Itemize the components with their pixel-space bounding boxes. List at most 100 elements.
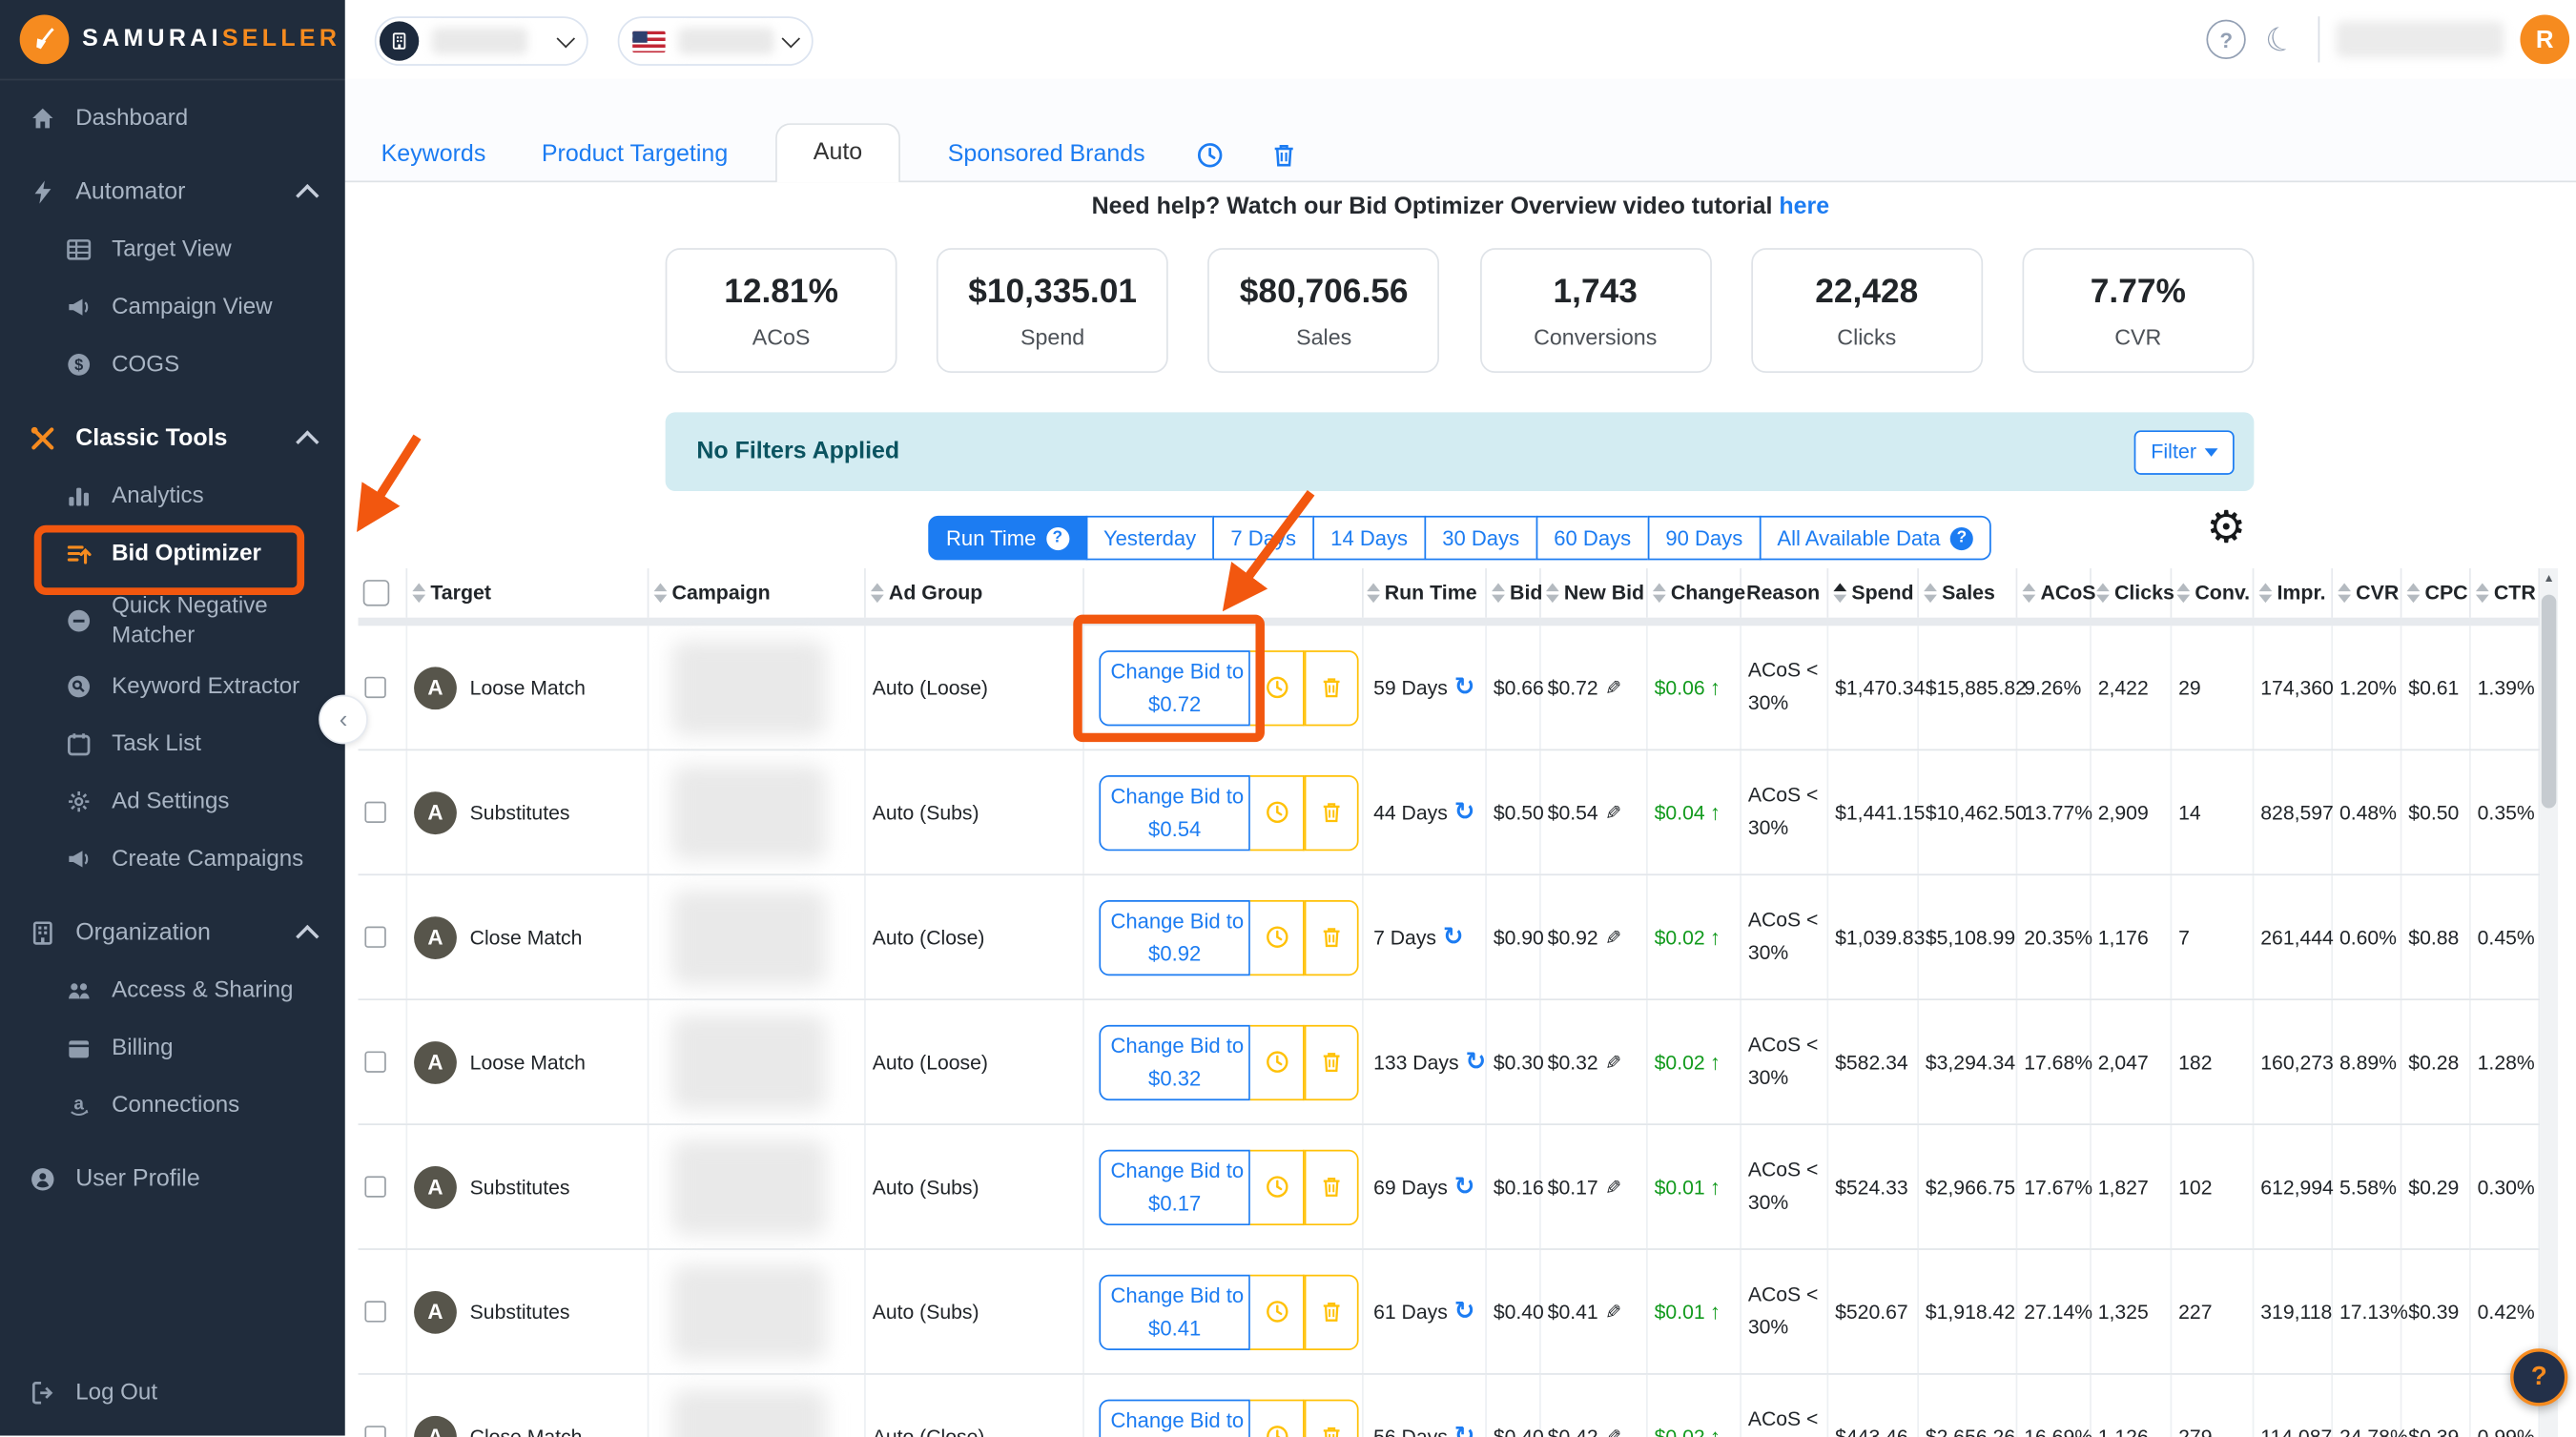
- tab-trash-icon[interactable]: [1270, 141, 1298, 182]
- scroll-up-icon[interactable]: ▲: [2544, 573, 2555, 585]
- column-header-campaign[interactable]: Campaign: [649, 568, 866, 618]
- refresh-icon[interactable]: ↻: [1454, 1175, 1475, 1200]
- sidebar-collapse-button[interactable]: ‹: [319, 694, 368, 745]
- table-scrollbar[interactable]: ▲: [2540, 568, 2559, 1437]
- sidebar-item-create-campaigns[interactable]: Create Campaigns: [0, 839, 345, 878]
- column-header-cvr[interactable]: CVR: [2333, 568, 2402, 618]
- change-bid-button[interactable]: Change Bid to$0.42: [1099, 1398, 1250, 1437]
- sort-icon[interactable]: [1833, 583, 1847, 604]
- sidebar-item-connections[interactable]: a Connections: [0, 1086, 345, 1125]
- column-header-reason[interactable]: Reason: [1741, 568, 1829, 618]
- column-header-ctr[interactable]: CTR: [2471, 568, 2541, 618]
- history-clock-button[interactable]: [1249, 1398, 1305, 1437]
- row-checkbox[interactable]: [364, 926, 386, 948]
- sidebar-item-log-out[interactable]: Log Out: [0, 1373, 371, 1412]
- change-bid-button[interactable]: Change Bid to $0.92: [1099, 899, 1250, 975]
- row-checkbox[interactable]: [364, 801, 386, 824]
- chevron-up-icon[interactable]: [296, 924, 319, 949]
- sort-icon[interactable]: [1924, 583, 1937, 604]
- edit-pencil-icon[interactable]: ✎: [1605, 1051, 1621, 1074]
- row-checkbox[interactable]: [364, 1051, 386, 1073]
- column-header-new_bid[interactable]: New Bid: [1541, 568, 1648, 618]
- history-clock-button[interactable]: [1249, 1273, 1305, 1350]
- select-all-checkbox[interactable]: [362, 580, 390, 606]
- sort-icon[interactable]: [870, 583, 884, 604]
- sidebar-item-task-list[interactable]: Task List: [0, 725, 345, 764]
- column-header-conv[interactable]: Conv.: [2172, 568, 2255, 618]
- row-checkbox[interactable]: [364, 1176, 386, 1198]
- sidebar-item-target-view[interactable]: Target View: [0, 230, 345, 269]
- range-button-run-time[interactable]: Run Time?: [928, 515, 1087, 561]
- tab-auto[interactable]: Auto: [775, 123, 900, 183]
- history-clock-button[interactable]: [1249, 649, 1305, 726]
- sidebar-item-access-sharing[interactable]: Access & Sharing: [0, 971, 345, 1010]
- edit-pencil-icon[interactable]: ✎: [1605, 1300, 1621, 1323]
- sidebar-item-billing[interactable]: Billing: [0, 1028, 345, 1067]
- refresh-icon[interactable]: ↻: [1454, 800, 1475, 825]
- column-header-spend[interactable]: Spend: [1828, 568, 1919, 618]
- sort-icon[interactable]: [2475, 583, 2489, 604]
- sidebar-item-dashboard[interactable]: Dashboard: [0, 98, 345, 137]
- edit-pencil-icon[interactable]: ✎: [1605, 1425, 1621, 1437]
- change-bid-button[interactable]: Change Bid to $0.32: [1099, 1024, 1250, 1100]
- brand-logo[interactable]: SAMURAISELLER: [0, 0, 345, 81]
- sort-icon[interactable]: [1545, 583, 1559, 604]
- change-bid-button[interactable]: Change Bid to $0.41: [1099, 1273, 1250, 1350]
- sidebar-item-classic-tools[interactable]: Classic Tools: [0, 419, 345, 458]
- scrollbar-thumb[interactable]: [2541, 594, 2557, 809]
- range-button-yesterday[interactable]: Yesterday: [1085, 515, 1215, 561]
- sort-icon[interactable]: [2022, 583, 2036, 604]
- sort-icon[interactable]: [2406, 583, 2421, 604]
- column-header-impr[interactable]: Impr.: [2254, 568, 2334, 618]
- edit-pencil-icon[interactable]: ✎: [1605, 1176, 1621, 1199]
- table-settings-gear-icon[interactable]: ⚙: [2206, 505, 2246, 551]
- column-header-change[interactable]: Change: [1648, 568, 1745, 618]
- delete-trash-button[interactable]: [1304, 1273, 1359, 1350]
- change-bid-button[interactable]: Change Bid to $0.17: [1099, 1148, 1250, 1225]
- range-button-14-days[interactable]: 14 Days: [1312, 515, 1427, 561]
- marketplace-select[interactable]: [617, 16, 814, 66]
- row-checkbox[interactable]: [364, 1301, 386, 1323]
- edit-pencil-icon[interactable]: ✎: [1605, 801, 1621, 824]
- delete-trash-button[interactable]: [1304, 1398, 1359, 1437]
- refresh-icon[interactable]: ↻: [1454, 675, 1475, 700]
- delete-trash-button[interactable]: [1304, 1024, 1359, 1100]
- sort-icon[interactable]: [2338, 583, 2352, 604]
- delete-trash-button[interactable]: [1304, 1148, 1359, 1225]
- delete-trash-button[interactable]: [1304, 649, 1359, 726]
- refresh-icon[interactable]: ↻: [1443, 925, 1464, 950]
- column-header-acos[interactable]: ACoS: [2017, 568, 2096, 618]
- range-button-all-available-data[interactable]: All Available Data?: [1759, 515, 1991, 561]
- sort-icon[interactable]: [2096, 583, 2110, 604]
- history-clock-button[interactable]: [1249, 774, 1305, 851]
- range-button-30-days[interactable]: 30 Days: [1424, 515, 1538, 561]
- tutorial-link[interactable]: here: [1779, 194, 1829, 220]
- range-button-90-days[interactable]: 90 Days: [1647, 515, 1762, 561]
- tab-keywords[interactable]: Keywords: [381, 141, 486, 182]
- sidebar-item-quick-negative-matcher[interactable]: Quick Negative Matcher: [0, 591, 345, 648]
- column-header-run_time[interactable]: Run Time: [1364, 568, 1487, 618]
- range-button-7-days[interactable]: 7 Days: [1212, 515, 1314, 561]
- history-clock-button[interactable]: [1249, 899, 1305, 975]
- column-header-sales[interactable]: Sales: [1919, 568, 2018, 618]
- sort-icon[interactable]: [653, 583, 668, 604]
- sort-icon[interactable]: [1652, 583, 1666, 604]
- tab-product-targeting[interactable]: Product Targeting: [542, 141, 728, 182]
- column-header-clicks[interactable]: Clicks: [2092, 568, 2174, 618]
- tab-history-clock-icon[interactable]: [1196, 141, 1224, 182]
- sidebar-item-campaign-view[interactable]: Campaign View: [0, 287, 345, 326]
- column-header-bid[interactable]: Bid: [1487, 568, 1542, 618]
- sidebar-item-cogs[interactable]: $ COGS: [0, 345, 345, 384]
- column-header-target[interactable]: Target: [407, 568, 649, 618]
- change-bid-button[interactable]: Change Bid to $0.72: [1099, 649, 1250, 726]
- row-checkbox[interactable]: [364, 676, 386, 699]
- chevron-up-icon[interactable]: [296, 184, 319, 208]
- sort-icon[interactable]: [2176, 583, 2191, 604]
- sort-icon[interactable]: [412, 583, 426, 604]
- history-clock-button[interactable]: [1249, 1024, 1305, 1100]
- sidebar-item-bid-optimizer[interactable]: Bid Optimizer: [0, 534, 345, 573]
- sidebar-item-organization[interactable]: Organization: [0, 914, 345, 953]
- tab-sponsored-brands[interactable]: Sponsored Brands: [948, 141, 1145, 182]
- change-bid-button[interactable]: Change Bid to $0.54: [1099, 774, 1250, 851]
- history-clock-button[interactable]: [1249, 1148, 1305, 1225]
